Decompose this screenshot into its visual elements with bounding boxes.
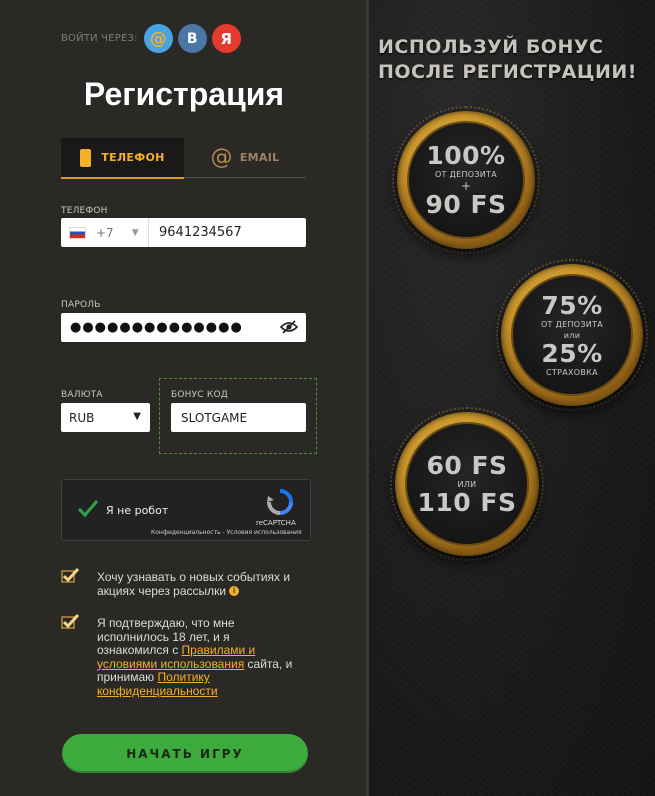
phone-icon (80, 148, 92, 167)
phone-label: ТЕЛЕФОН (61, 206, 108, 216)
mail-ru-login-icon[interactable]: @ (143, 24, 173, 53)
checkmark-icon[interactable] (77, 497, 99, 519)
recaptcha-widget: Я не робот reCAPTCHA Конфиденциальность … (61, 479, 311, 541)
caret-down-icon: ▼ (133, 411, 141, 422)
vk-login-icon[interactable]: B (177, 24, 207, 53)
registration-tabs: ТЕЛЕФОН @ EMAIL (61, 138, 306, 179)
password-label: ПАРОЛЬ (61, 300, 101, 310)
bonus-code-value: SLOTGAME (181, 410, 248, 425)
currency-select[interactable]: RUB ▼ (61, 403, 150, 432)
info-icon[interactable]: i (229, 586, 240, 597)
bonus-coin-100-face: 100% ОТ ДЕПОЗИТА + 90 FS (407, 121, 525, 239)
newsletter-consent-text: Хочу узнавать о новых событиях и акциях … (97, 570, 312, 598)
currency-label: ВАЛЮТА (61, 390, 103, 400)
password-field[interactable]: ●●●●●●●●●●●●●● (61, 313, 306, 342)
recaptcha-links[interactable]: Конфиденциальность - Условия использован… (151, 529, 302, 536)
newsletter-consent-label: Хочу узнавать о новых событиях и акциях … (97, 570, 291, 598)
age-terms-consent-text: Я подтверждаю, что мне исполнилось 18 ле… (97, 616, 297, 698)
coin1-subtext: ОТ ДЕПОЗИТА (434, 169, 498, 179)
newsletter-checkbox[interactable] (61, 567, 79, 583)
russia-flag-icon (69, 226, 86, 239)
coin2-insurance-label: СТРАХОВКА (546, 367, 598, 377)
promo-headline-line2: ПОСЛЕ РЕГИСТРАЦИИ! (378, 61, 637, 83)
bonus-code-input[interactable]: SLOTGAME (171, 403, 306, 432)
country-code-select[interactable]: +7 ▼ (61, 218, 149, 247)
panel-divider (366, 0, 369, 796)
promo-headline: ИСПОЛЬЗУЙ БОНУС ПОСЛЕ РЕГИСТРАЦИИ! (378, 35, 648, 85)
coin2-percent: 75% (541, 290, 603, 320)
tab-phone[interactable]: ТЕЛЕФОН (61, 138, 184, 179)
captcha-label: Я не робот (106, 504, 169, 517)
hide-password-icon[interactable] (280, 320, 298, 334)
coin2-subtext: ОТ ДЕПОЗИТА (540, 319, 604, 329)
tab-email[interactable]: @ EMAIL (184, 138, 306, 178)
recaptcha-brand: reCAPTCHA (256, 519, 296, 527)
yandex-login-icon[interactable]: Я (211, 24, 241, 53)
phone-input[interactable]: 9641234567 (149, 225, 242, 240)
promo-headline-line1: ИСПОЛЬЗУЙ БОНУС (378, 36, 604, 58)
bonus-coin-fs: 60 FS ИЛИ 110 FS (395, 412, 539, 556)
start-game-button[interactable]: НАЧАТЬ ИГРУ (62, 734, 308, 773)
coin2-insurance-percent: 25% (541, 338, 603, 368)
bonus-coin-75: 75% ОТ ДЕПОЗИТА или 25% СТРАХОВКА (501, 264, 643, 406)
social-login-label: ВОЙТИ ЧЕРЕЗ: (61, 33, 138, 44)
bonus-coin-100: 100% ОТ ДЕПОЗИТА + 90 FS (397, 111, 535, 249)
coin1-freespins: 90 FS (425, 189, 507, 219)
country-code: +7 (96, 225, 114, 240)
at-icon: @ (210, 145, 233, 170)
currency-value: RUB (69, 410, 95, 425)
coin3-fs-110: 110 FS (417, 487, 517, 517)
tab-phone-label: ТЕЛЕФОН (101, 151, 165, 164)
coin3-fs-60: 60 FS (426, 450, 508, 480)
age-terms-checkbox[interactable] (61, 613, 79, 629)
bonus-coin-fs-face: 60 FS ИЛИ 110 FS (405, 422, 529, 546)
bonus-code-label: БОНУС КОД (171, 390, 228, 400)
social-login: ВОЙТИ ЧЕРЕЗ: @ B Я (61, 24, 246, 53)
bonus-coin-75-face: 75% ОТ ДЕПОЗИТА или 25% СТРАХОВКА (511, 274, 633, 396)
coin1-percent: 100% (426, 140, 506, 170)
password-input[interactable]: ●●●●●●●●●●●●●● (61, 320, 243, 335)
page-title: Регистрация (83, 76, 285, 112)
chevron-down-icon: ▼ (131, 227, 139, 238)
phone-field: +7 ▼ 9641234567 (61, 218, 306, 247)
recaptcha-logo-icon (267, 489, 293, 515)
tab-email-label: EMAIL (239, 151, 280, 164)
